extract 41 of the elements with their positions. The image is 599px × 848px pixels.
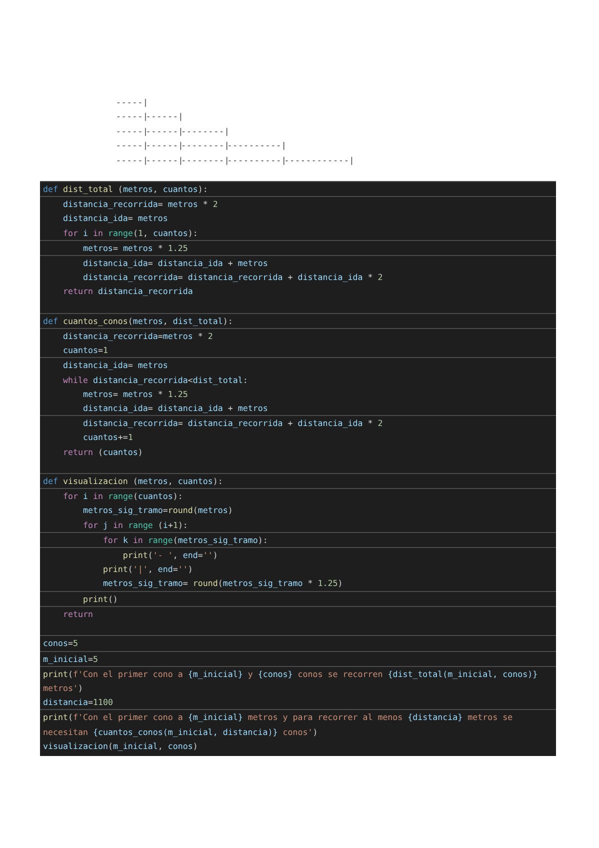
code-line: print(f'Con el primer cono a {m_inicial} y {conos} conos se recorren {dist_total(m_inicial, conos)} — [43, 668, 538, 681]
code-line: def dist_total (metros, cuantos): — [43, 182, 208, 196]
code-line: conos=5 — [43, 637, 78, 650]
code-line: distancia_ida= metros — [62, 359, 168, 372]
code-line: distancia=1100 — [43, 696, 113, 710]
code-line: print() — [82, 592, 118, 606]
output-line: - - - - - |- - - - - - |- - - - - - - - | — [117, 126, 228, 138]
code-line: for i in range(cuantos): — [62, 490, 183, 504]
code-line: print('|', end='') — [102, 563, 193, 576]
code-line: metros= metros * 1.25 — [82, 388, 188, 401]
code-line: for j in range (i+1): — [82, 518, 188, 532]
code-line: print(f'Con el primer cono a {m_inicial} metros y para recorrer al menos {distancia} metros se — [43, 711, 513, 724]
code-line: cuantos=1 — [62, 344, 108, 358]
code-line: cuantos+=1 — [82, 431, 133, 444]
code-line: print('- ', end='') — [122, 549, 218, 562]
code-line: metros') — [43, 682, 83, 695]
code-line: metros= metros * 1.25 — [82, 242, 188, 255]
output-line: - - - - - |- - - - - - |- - - - - - - - |- - - - - - - - - - |- - - - - - - - - - - - | — [117, 154, 354, 167]
output-line: - - - - - |- - - - - - | — [117, 111, 182, 124]
code-line: necesitan {cuantos_conos(m_inicial, distancia)} conos') — [43, 726, 318, 739]
output-line: - - - - - |- - - - - - |- - - - - - - - |- - - - - - - - - - | — [117, 140, 286, 152]
code-line: m_inicial=5 — [43, 652, 98, 666]
code-line: distancia_recorrida= distancia_recorrida + distancia_ida * 2 — [82, 417, 383, 430]
code-line: def visualizacion (metros, cuantos): — [43, 475, 223, 488]
code-line: return distancia_recorrida — [62, 285, 193, 298]
code-line: return (cuantos) — [62, 446, 143, 459]
code-line: distancia_recorrida= metros * 2 — [62, 198, 218, 212]
code-line: distancia_ida= metros — [62, 212, 168, 226]
code-line: distancia_ida= distancia_ida + metros — [82, 256, 268, 270]
code-line: def cuantos_conos(metros, dist_total): — [43, 314, 233, 328]
output-line: - - - - - | — [117, 97, 147, 109]
code-line: for k in range(metros_sig_tramo): — [102, 534, 268, 547]
code-line: for i in range(1, cuantos): — [62, 226, 198, 240]
code-line: visualizacion(m_inicial, conos) — [43, 740, 198, 753]
code-line: while distancia_recorrida<dist_total: — [62, 374, 248, 387]
code-line: metros_sig_tramo=round(metros) — [82, 504, 233, 518]
code-line: distancia_recorrida= distancia_recorrida + distancia_ida * 2 — [82, 271, 383, 284]
code-line: distancia_recorrida=metros * 2 — [62, 330, 213, 344]
code-line: return — [62, 608, 93, 621]
code-line: metros_sig_tramo= round(metros_sig_tramo * 1.25) — [102, 577, 343, 590]
code-line: distancia_ida= distancia_ida + metros — [82, 402, 268, 415]
